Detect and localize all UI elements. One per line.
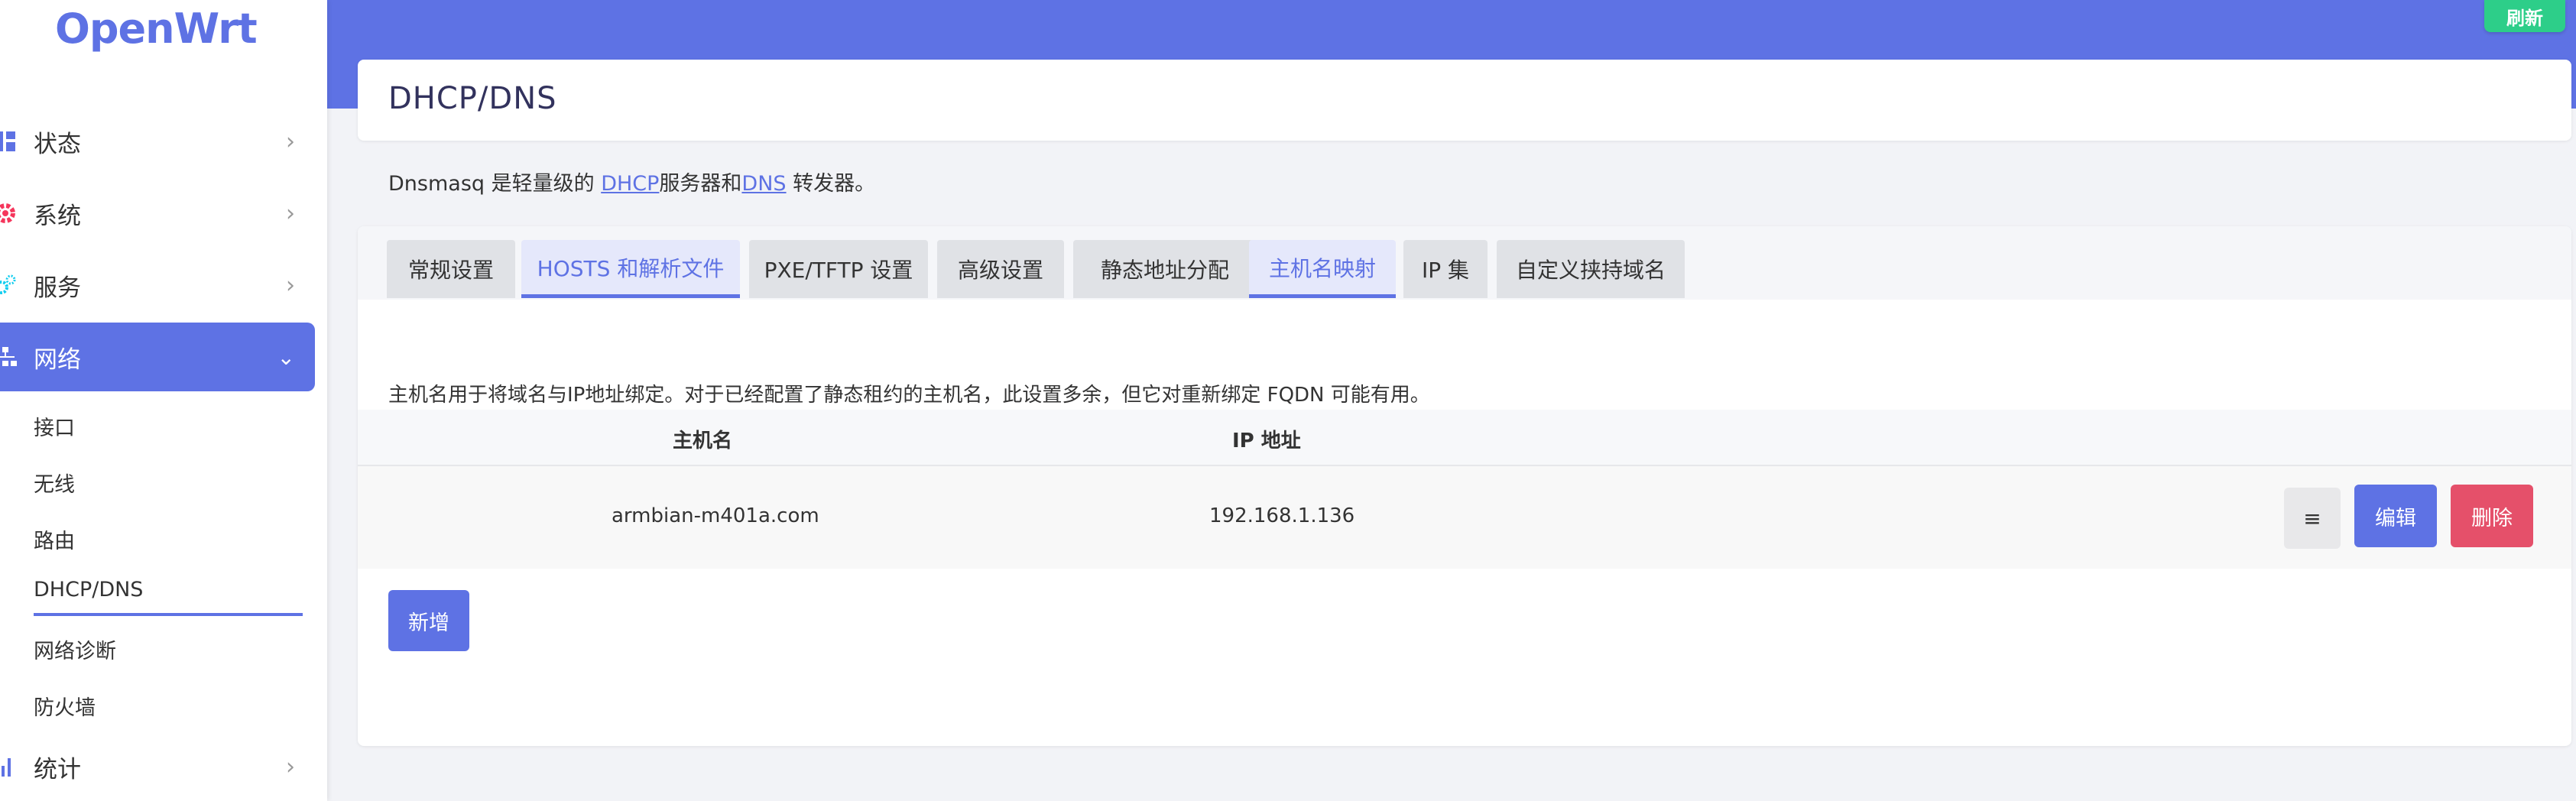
- active-subitem-underline: [34, 613, 303, 616]
- sidebar-subitem-wireless[interactable]: 无线: [34, 468, 75, 498]
- desc-text: 服务器和: [659, 172, 742, 196]
- refresh-button[interactable]: 刷新: [2484, 0, 2565, 32]
- chevron-right-icon: ›: [286, 753, 295, 780]
- chevron-right-icon: ›: [286, 271, 295, 299]
- table-row: armbian-m401a.com 192.168.1.136 ≡ 编辑 删除: [358, 466, 2571, 569]
- sidebar-item-status[interactable]: 状态 ›: [0, 107, 315, 176]
- sidebar-item-label: 统计: [34, 755, 81, 783]
- tab-hosts-resolv[interactable]: HOSTS 和解析文件: [521, 240, 740, 298]
- tab-advanced[interactable]: 高级设置: [937, 240, 1064, 298]
- sidebar-item-label: 状态: [34, 130, 81, 158]
- column-header-ip: IP 地址: [1232, 430, 1301, 452]
- bar-chart-icon: [2, 758, 11, 777]
- tab-ipsets[interactable]: IP 集: [1403, 240, 1488, 298]
- ip-cell: 192.168.1.136: [1209, 504, 1355, 527]
- tab-custom-hijack-domains[interactable]: 自定义挟持域名: [1497, 240, 1685, 298]
- sidebar-item-system[interactable]: 系统 ›: [0, 179, 315, 248]
- sidebar-item-statistics[interactable]: 统计 ›: [0, 732, 315, 801]
- tab-hostnames[interactable]: 主机名映射: [1249, 240, 1396, 298]
- dns-link[interactable]: DNS: [741, 172, 786, 196]
- sidebar-subitem-diagnostics[interactable]: 网络诊断: [34, 634, 116, 664]
- tab-general[interactable]: 常规设置: [387, 240, 515, 298]
- openwrt-logo[interactable]: OpenWrt: [55, 5, 258, 53]
- desc-text: Dnsmasq 是轻量级的: [388, 172, 602, 196]
- gears-icon: [0, 274, 16, 294]
- sidebar-subitem-dhcp-dns[interactable]: DHCP/DNS: [34, 578, 143, 602]
- chevron-right-icon: ›: [286, 128, 295, 155]
- column-header-hostname: 主机名: [673, 430, 733, 452]
- page-description: Dnsmasq 是轻量级的 DHCP服务器和DNS 转发器。: [388, 167, 875, 196]
- sitemap-icon: [0, 347, 17, 366]
- dhcp-link[interactable]: DHCP: [601, 172, 659, 196]
- tab-static-leases[interactable]: 静态地址分配: [1073, 240, 1257, 298]
- sidebar-subitem-interfaces[interactable]: 接口: [34, 411, 75, 441]
- hostname-cell: armbian-m401a.com: [612, 504, 819, 527]
- sidebar: OpenWrt 状态 › 系统 › 服务 › 网络 ⌄ 接口 无线 路由 DHC…: [0, 0, 327, 801]
- hostnames-description: 主机名用于将域名与IP地址绑定。对于已经配置了静态租约的主机名，此设置多余，但它…: [388, 384, 1430, 407]
- table-header: 主机名 IP 地址: [358, 410, 2571, 466]
- add-button[interactable]: 新增: [388, 590, 469, 651]
- edit-button[interactable]: 编辑: [2354, 485, 2437, 547]
- delete-button[interactable]: 删除: [2451, 485, 2533, 547]
- sidebar-item-label: 网络: [34, 345, 81, 374]
- chevron-down-icon: ⌄: [277, 344, 295, 370]
- sidebar-subitem-firewall[interactable]: 防火墙: [34, 691, 96, 721]
- page-title: DHCP/DNS: [388, 81, 557, 116]
- gear-icon: [0, 203, 15, 223]
- sidebar-item-services[interactable]: 服务 ›: [0, 251, 315, 319]
- sidebar-item-label: 系统: [34, 202, 81, 230]
- chevron-right-icon: ›: [286, 199, 295, 227]
- page-title-card: DHCP/DNS: [358, 60, 2571, 141]
- tab-pxe-tftp[interactable]: PXE/TFTP 设置: [749, 240, 928, 298]
- main-card: 常规设置 HOSTS 和解析文件 PXE/TFTP 设置 高级设置 静态地址分配…: [358, 226, 2571, 746]
- sidebar-item-network[interactable]: 网络 ⌄: [0, 323, 315, 391]
- desc-text: 转发器。: [786, 172, 876, 196]
- drag-handle-button[interactable]: ≡: [2284, 488, 2341, 549]
- sidebar-item-label: 服务: [34, 274, 81, 302]
- dashboard-icon: [0, 131, 15, 151]
- sidebar-subitem-routes[interactable]: 路由: [34, 524, 75, 554]
